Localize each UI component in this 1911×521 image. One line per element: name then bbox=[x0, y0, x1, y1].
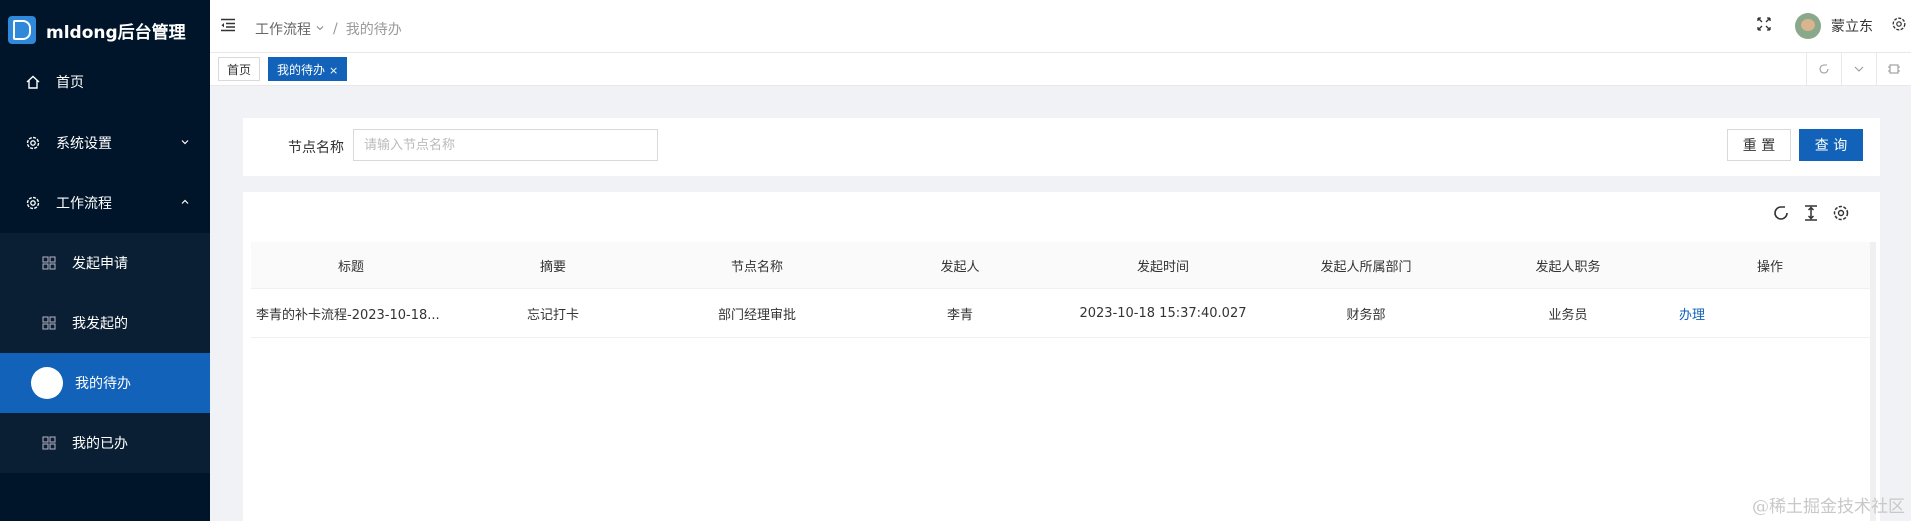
chevron-up-icon bbox=[180, 195, 190, 211]
sidebar: mldong后台管理 首页 系统设置 工作流程 发起申请 我发起的 我的待办 我… bbox=[0, 0, 210, 521]
avatar[interactable] bbox=[1795, 13, 1821, 39]
chevron-down-icon[interactable] bbox=[315, 21, 325, 37]
gear-icon bbox=[24, 194, 42, 212]
grid-icon bbox=[40, 254, 58, 272]
watermark: @稀土掘金技术社区 bbox=[1752, 497, 1905, 517]
column-header[interactable]: 节点名称 bbox=[655, 256, 859, 275]
table-panel: 标题 摘要 节点名称 发起人 发起时间 发起人所属部门 发起人职务 操作 李青的… bbox=[243, 192, 1880, 521]
sidebar-item-label: 工作流程 bbox=[56, 196, 112, 212]
gear-icon bbox=[24, 134, 42, 152]
sidebar-item-home[interactable]: 首页 bbox=[0, 52, 210, 112]
cell-title: 李青的补卡流程-2023-10-18... bbox=[256, 307, 440, 323]
todo-table: 标题 摘要 节点名称 发起人 发起时间 发起人所属部门 发起人职务 操作 李青的… bbox=[251, 242, 1871, 338]
column-header[interactable]: 操作 bbox=[1669, 256, 1871, 275]
breadcrumb: 工作流程 / 我的待办 bbox=[255, 19, 402, 39]
column-header[interactable]: 发起人职务 bbox=[1467, 256, 1669, 275]
logo: mldong后台管理 bbox=[0, 0, 210, 60]
top-header: 工作流程 / 我的待办 蒙立东 bbox=[210, 0, 1911, 53]
reload-icon[interactable] bbox=[1772, 204, 1790, 226]
chevron-down-icon[interactable] bbox=[1841, 53, 1876, 85]
table-scrollbar[interactable] bbox=[1870, 242, 1876, 521]
column-header[interactable]: 发起人 bbox=[859, 256, 1061, 275]
sidebar-item-my-initiated[interactable]: 我发起的 bbox=[0, 293, 210, 353]
node-name-input[interactable] bbox=[353, 129, 658, 161]
column-height-icon[interactable] bbox=[1802, 204, 1820, 226]
sidebar-item-system-settings[interactable]: 系统设置 bbox=[0, 113, 210, 173]
sidebar-item-label: 我发起的 bbox=[72, 316, 128, 332]
header-actions: 蒙立东 bbox=[1757, 0, 1911, 52]
menu-fold-icon[interactable] bbox=[220, 18, 236, 36]
sidebar-item-my-done[interactable]: 我的已办 bbox=[0, 413, 210, 473]
table-row: 李青的补卡流程-2023-10-18... 忘记打卡 部门经理审批 李青 202… bbox=[251, 289, 1871, 338]
cell-initiator: 李青 bbox=[946, 307, 973, 323]
sidebar-item-label: 发起申请 bbox=[72, 256, 128, 272]
username[interactable]: 蒙立东 bbox=[1831, 16, 1873, 36]
reset-button[interactable]: 重 置 bbox=[1727, 129, 1791, 161]
column-header[interactable]: 发起时间 bbox=[1061, 256, 1265, 275]
column-header[interactable]: 摘要 bbox=[451, 256, 655, 275]
breadcrumb-item-current: 我的待办 bbox=[345, 22, 402, 38]
sidebar-item-label: 我的待办 bbox=[75, 376, 131, 392]
maximize-icon[interactable] bbox=[1876, 53, 1911, 85]
breadcrumb-item-workflow[interactable]: 工作流程 bbox=[255, 19, 311, 39]
tab-label: 首页 bbox=[227, 63, 252, 77]
column-header[interactable]: 发起人所属部门 bbox=[1265, 256, 1467, 275]
app-title: mldong后台管理 bbox=[46, 22, 186, 43]
sidebar-item-label: 首页 bbox=[56, 75, 84, 91]
tab-tools bbox=[1806, 53, 1911, 85]
tab-my-todo[interactable]: 我的待办 × bbox=[268, 57, 348, 81]
tab-label: 我的待办 bbox=[277, 63, 326, 77]
settings-icon[interactable] bbox=[1891, 16, 1907, 36]
handle-link[interactable]: 办理 bbox=[1679, 308, 1705, 323]
settings-icon[interactable] bbox=[1832, 204, 1850, 226]
fullscreen-icon[interactable] bbox=[1757, 17, 1771, 35]
sidebar-item-label: 我的已办 bbox=[72, 436, 128, 452]
grid-icon bbox=[40, 434, 58, 452]
sidebar-item-my-todo[interactable]: 我的待办 bbox=[0, 353, 210, 413]
sidebar-item-label: 系统设置 bbox=[56, 136, 112, 152]
column-header[interactable]: 标题 bbox=[251, 256, 451, 275]
sidebar-item-workflow[interactable]: 工作流程 bbox=[0, 173, 210, 233]
query-button[interactable]: 查 询 bbox=[1799, 129, 1863, 161]
reload-icon[interactable] bbox=[1806, 53, 1841, 85]
cell-node-name: 部门经理审批 bbox=[717, 307, 796, 323]
table-header: 标题 摘要 节点名称 发起人 发起时间 发起人所属部门 发起人职务 操作 bbox=[251, 242, 1871, 289]
grid-icon bbox=[40, 314, 58, 332]
close-icon[interactable]: × bbox=[329, 64, 338, 77]
node-name-label: 节点名称 bbox=[288, 140, 344, 156]
chevron-down-icon bbox=[180, 135, 190, 151]
home-icon bbox=[24, 73, 42, 91]
cell-position: 业务员 bbox=[1548, 307, 1588, 323]
table-toolbar bbox=[1772, 204, 1850, 226]
cell-start-time: 2023-10-18 15:37:40.027 bbox=[1079, 305, 1247, 321]
tab-bar: 首页 我的待办 × bbox=[210, 53, 1911, 86]
tab-home[interactable]: 首页 bbox=[218, 57, 261, 81]
cell-department: 财务部 bbox=[1346, 307, 1386, 323]
search-panel: 节点名称 重 置 查 询 bbox=[243, 118, 1880, 176]
logo-icon bbox=[8, 16, 36, 44]
breadcrumb-separator: / bbox=[333, 21, 338, 37]
circle-icon bbox=[31, 367, 63, 399]
sidebar-item-start-request[interactable]: 发起申请 bbox=[0, 233, 210, 293]
cell-summary: 忘记打卡 bbox=[526, 307, 579, 323]
cell-action: 办理 bbox=[1669, 304, 1871, 323]
